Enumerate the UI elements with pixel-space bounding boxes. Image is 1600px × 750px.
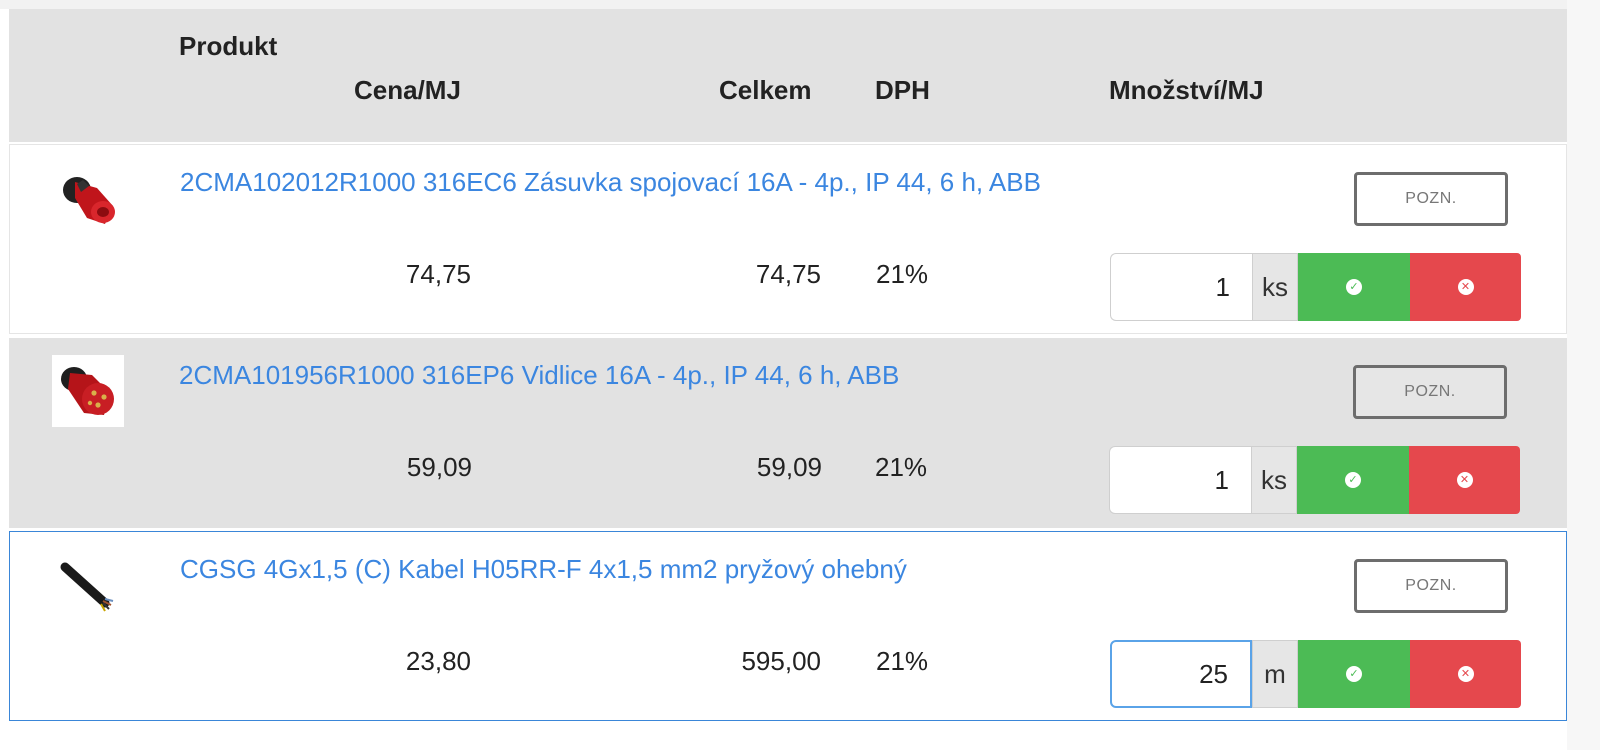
product-thumbnail[interactable] — [53, 162, 125, 234]
note-button[interactable]: POZN. — [1354, 559, 1508, 613]
product-link[interactable]: 2CMA101956R1000 316EP6 Vidlice 16A - 4p.… — [179, 360, 899, 391]
cable-icon — [60, 562, 114, 612]
unit-label: m — [1252, 640, 1298, 708]
unit-label: ks — [1252, 253, 1298, 321]
vat-rate: 21% — [876, 259, 929, 289]
header-price-per-unit: Cena/MJ — [354, 75, 461, 105]
quantity-input[interactable]: 1 — [1109, 446, 1251, 514]
check-circle-icon: ✓ — [1345, 472, 1361, 488]
confirm-button[interactable]: ✓ — [1297, 446, 1409, 514]
quantity-group: 1 ks ✓ ✕ — [1109, 446, 1520, 514]
quantity-input[interactable]: 1 — [1110, 253, 1252, 321]
times-circle-icon: ✕ — [1457, 279, 1474, 295]
product-link[interactable]: 2CMA102012R1000 316EC6 Zásuvka spojovací… — [180, 167, 1041, 198]
red-socket-icon — [63, 177, 115, 224]
line-total: 74,75 — [755, 259, 821, 289]
top-strip — [0, 0, 1600, 9]
product-thumbnail[interactable] — [52, 355, 124, 427]
cart-row: 2CMA102012R1000 316EC6 Zásuvka spojovací… — [9, 144, 1567, 334]
note-button[interactable]: POZN. — [1353, 365, 1507, 419]
header-product: Produkt — [179, 31, 278, 61]
line-total: 595,00 — [741, 646, 821, 676]
remove-button[interactable]: ✕ — [1410, 253, 1521, 321]
cart-table: Produkt Cena/MJ Celkem DPH Množství/MJ 2… — [9, 9, 1567, 741]
note-button[interactable]: POZN. — [1354, 172, 1508, 226]
price-per-unit: 23,80 — [405, 646, 471, 676]
line-total: 59,09 — [756, 452, 822, 482]
confirm-button[interactable]: ✓ — [1298, 253, 1410, 321]
cart-row: 2CMA101956R1000 316EP6 Vidlice 16A - 4p.… — [9, 338, 1567, 528]
header-vat: DPH — [875, 75, 930, 105]
times-circle-icon: ✕ — [1457, 666, 1474, 682]
product-thumbnail[interactable] — [53, 549, 125, 621]
check-circle-icon: ✓ — [1346, 279, 1362, 295]
remove-button[interactable]: ✕ — [1409, 446, 1520, 514]
header-total: Celkem — [719, 75, 812, 105]
confirm-button[interactable]: ✓ — [1298, 640, 1410, 708]
times-circle-icon: ✕ — [1456, 472, 1473, 488]
remove-button[interactable]: ✕ — [1410, 640, 1521, 708]
vat-rate: 21% — [876, 646, 929, 676]
header-quantity: Množství/MJ — [1109, 75, 1264, 105]
quantity-input[interactable]: 25 — [1110, 640, 1252, 708]
page-right-edge — [1567, 0, 1600, 750]
price-per-unit: 59,09 — [406, 452, 472, 482]
quantity-group: 1 ks ✓ ✕ — [1110, 253, 1521, 321]
unit-label: ks — [1251, 446, 1297, 514]
product-link[interactable]: CGSG 4Gx1,5 (C) Kabel H05RR-F 4x1,5 mm2 … — [180, 554, 907, 585]
red-plug-icon — [61, 367, 114, 415]
cart-row: CGSG 4Gx1,5 (C) Kabel H05RR-F 4x1,5 mm2 … — [9, 531, 1567, 721]
check-circle-icon: ✓ — [1346, 666, 1362, 682]
quantity-group: 25 m ✓ ✕ — [1110, 640, 1521, 708]
price-per-unit: 74,75 — [405, 259, 471, 289]
vat-rate: 21% — [875, 452, 928, 482]
cart-header: Produkt Cena/MJ Celkem DPH Množství/MJ — [9, 9, 1567, 142]
